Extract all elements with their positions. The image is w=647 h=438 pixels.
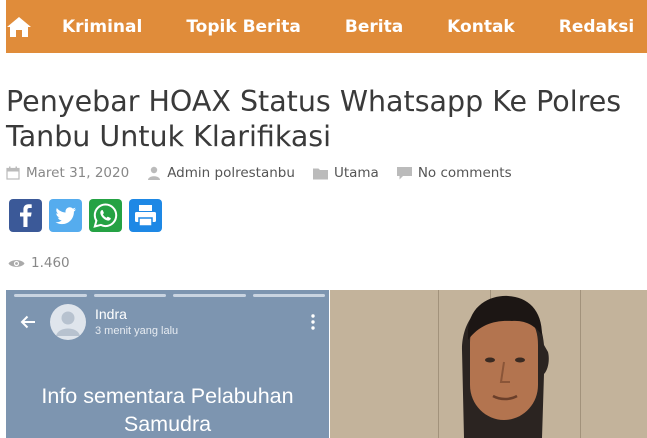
main-navbar: Kriminal Topik Berita Berita Kontak Reda…: [6, 0, 647, 53]
twitter-icon: [55, 207, 76, 225]
post-category-text[interactable]: Utama: [334, 165, 379, 181]
back-arrow-icon: [20, 315, 35, 329]
whatsapp-status-screenshot: Indra 3 menit yang lalu Info sementara P…: [6, 290, 329, 438]
print-icon: [135, 205, 156, 227]
avatar: [50, 304, 86, 340]
post-date-text: Maret 31, 2020: [26, 165, 130, 181]
post-author[interactable]: Admin polrestanbu: [147, 165, 295, 181]
story-progress-bars: [14, 294, 325, 297]
eye-icon: [8, 259, 25, 267]
article-title: Penyebar HOAX Status Whatsapp Ke Polres …: [6, 85, 622, 153]
share-facebook-button[interactable]: [9, 199, 42, 232]
story-user-name: Indra: [95, 306, 127, 322]
home-icon: [7, 16, 31, 37]
featured-image[interactable]: Indra 3 menit yang lalu Info sementara P…: [6, 290, 647, 438]
nav-item-berita[interactable]: Berita: [323, 17, 425, 37]
post-comments[interactable]: No comments: [396, 165, 512, 181]
home-button[interactable]: [6, 0, 32, 53]
view-count: 1.460: [8, 255, 70, 271]
user-icon: [148, 166, 161, 180]
whatsapp-icon: [93, 203, 118, 228]
nav-item-topik-berita[interactable]: Topik Berita: [164, 17, 323, 37]
person-silhouette: [462, 295, 549, 438]
story-time: 3 menit yang lalu: [95, 325, 179, 337]
post-category[interactable]: Utama: [312, 165, 379, 181]
more-vert-icon: [311, 314, 315, 330]
comment-icon: [396, 166, 412, 179]
nav-item-kontak[interactable]: Kontak: [425, 17, 537, 37]
nav-item-redaksi[interactable]: Redaksi: [537, 17, 647, 37]
view-count-text: 1.460: [31, 255, 70, 271]
story-text-line-2: Samudra: [123, 412, 212, 436]
share-whatsapp-button[interactable]: [89, 199, 122, 232]
article-meta: Maret 31, 2020 Admin polrestanbu Utama N…: [6, 164, 530, 182]
calendar-icon: [6, 166, 20, 180]
share-twitter-button[interactable]: [49, 199, 82, 232]
story-text-line-1: Info sementara Pelabuhan: [41, 384, 294, 408]
story-text: Info sementara Pelabuhan Samudra: [6, 382, 329, 438]
print-button[interactable]: [129, 199, 162, 232]
facebook-icon: [20, 204, 32, 227]
folder-icon: [312, 168, 328, 179]
post-comments-text[interactable]: No comments: [418, 165, 512, 181]
post-author-text[interactable]: Admin polrestanbu: [167, 165, 295, 181]
post-date: Maret 31, 2020: [6, 165, 129, 181]
share-buttons: [9, 199, 169, 232]
nav-item-kriminal[interactable]: Kriminal: [32, 17, 164, 37]
suspect-photo: [330, 290, 647, 438]
